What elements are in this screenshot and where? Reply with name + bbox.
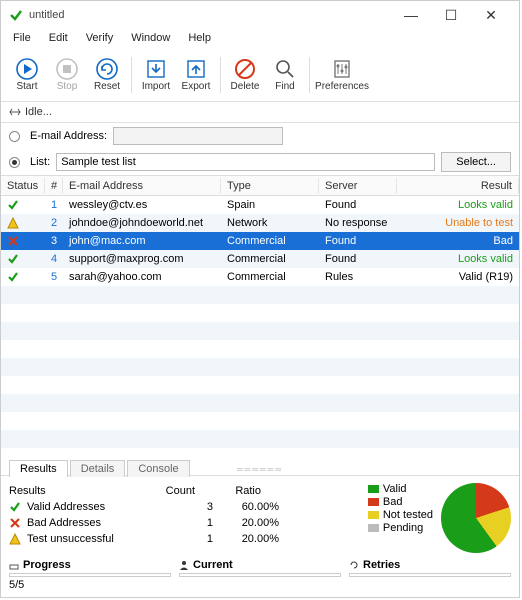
status-bar: Idle... — [1, 101, 519, 123]
menu-help[interactable]: Help — [180, 31, 219, 47]
menu-edit[interactable]: Edit — [41, 31, 76, 47]
export-button[interactable]: Export — [176, 56, 216, 94]
close-button[interactable]: ✕ — [471, 7, 511, 24]
bottom-panel: Results Details Console Results Count Ra… — [1, 475, 519, 597]
export-icon — [185, 58, 207, 80]
idle-icon — [9, 106, 21, 118]
menu-verify[interactable]: Verify — [78, 31, 122, 47]
select-button[interactable]: Select... — [441, 152, 511, 172]
retry-icon — [349, 560, 359, 570]
no-entry-icon — [234, 58, 256, 80]
tab-details[interactable]: Details — [70, 460, 126, 477]
progress-icon — [9, 560, 19, 570]
check-icon — [9, 501, 21, 513]
window-title: untitled — [29, 9, 391, 21]
import-button[interactable]: Import — [136, 56, 176, 94]
tabs: Results Details Console — [9, 460, 511, 477]
table-row[interactable]: 2johndoe@johndoeworld.netNetworkNo respo… — [1, 214, 519, 232]
toolbar: Start Stop Reset Import Export Delete Fi… — [1, 49, 519, 101]
sliders-icon — [331, 58, 353, 80]
maximize-button[interactable]: ☐ — [431, 7, 471, 24]
delete-button[interactable]: Delete — [225, 56, 265, 94]
app-window: untitled — ☐ ✕ File Edit Verify Window H… — [0, 0, 520, 598]
reset-button[interactable]: Reset — [87, 56, 127, 94]
menu-file[interactable]: File — [5, 31, 39, 47]
pie-chart — [441, 483, 511, 553]
radio-email[interactable] — [9, 131, 20, 142]
warn-icon — [9, 533, 21, 545]
table-row[interactable]: 3john@mac.comCommercialFoundBad — [1, 232, 519, 250]
stop-button: Stop — [47, 56, 87, 94]
titlebar: untitled — ☐ ✕ — [1, 1, 519, 29]
status-icon — [1, 252, 45, 266]
app-icon — [9, 8, 23, 22]
tab-console[interactable]: Console — [127, 460, 189, 477]
table-row[interactable]: 1wessley@ctv.esSpainFoundLooks valid — [1, 196, 519, 214]
legend: Valid Bad Not tested Pending — [368, 483, 433, 553]
email-row: E-mail Address: — [1, 123, 519, 149]
x-icon — [9, 517, 21, 529]
find-button[interactable]: Find — [265, 56, 305, 94]
minimize-button[interactable]: — — [391, 7, 431, 23]
menubar: File Edit Verify Window Help — [1, 29, 519, 49]
status-icon — [1, 198, 45, 212]
list-input[interactable] — [56, 153, 435, 171]
email-input[interactable] — [113, 127, 283, 145]
tab-results[interactable]: Results — [9, 460, 68, 477]
play-icon — [16, 58, 38, 80]
status-icon — [1, 216, 45, 230]
grid-body: 1wessley@ctv.esSpainFoundLooks valid2joh… — [1, 196, 519, 448]
stop-icon — [56, 58, 78, 80]
list-row: List: Select... — [1, 149, 519, 175]
menu-window[interactable]: Window — [123, 31, 178, 47]
refresh-icon — [96, 58, 118, 80]
grid-header: Status # E-mail Address Type Server Resu… — [1, 176, 519, 196]
table-row[interactable]: 4support@maxprog.comCommercialFoundLooks… — [1, 250, 519, 268]
status-icon — [1, 270, 45, 284]
preferences-button[interactable]: Preferences — [314, 56, 370, 94]
table-row[interactable]: 5sarah@yahoo.comCommercialRulesValid (R1… — [1, 268, 519, 286]
import-icon — [145, 58, 167, 80]
user-icon — [179, 560, 189, 570]
start-button[interactable]: Start — [7, 56, 47, 94]
radio-list[interactable] — [9, 157, 20, 168]
results-grid: Status # E-mail Address Type Server Resu… — [1, 175, 519, 464]
status-icon — [1, 234, 45, 248]
search-icon — [274, 58, 296, 80]
